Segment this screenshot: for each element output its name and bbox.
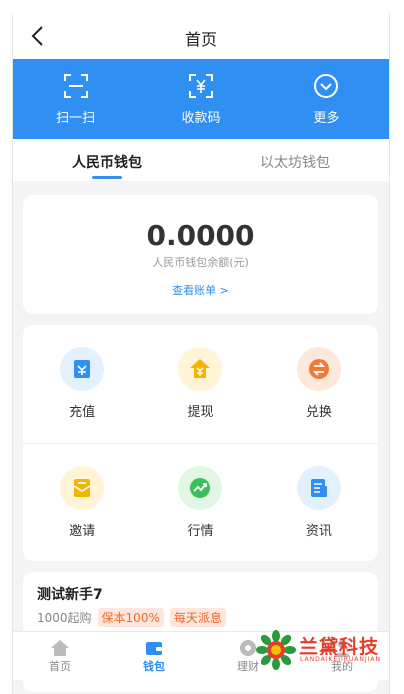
product-min-purchase: 1000起购 <box>37 611 92 625</box>
product-meta: 1000起购 保本100% 每天派息 <box>37 608 232 627</box>
market-button[interactable]: 行情 <box>141 444 259 562</box>
recharge-icon <box>60 347 105 391</box>
invite-button[interactable]: 邀请 <box>23 444 141 562</box>
news-label: 资讯 <box>305 524 332 539</box>
nav-home-label: 首页 <box>49 660 71 673</box>
quick-actions-bar: 扫一扫 收款码 更多 <box>13 59 389 139</box>
flower-logo-icon <box>256 630 296 670</box>
balance-card: 0.0000 人民币钱包余额(元) 查看账单 > <box>23 195 378 314</box>
product-badge: 保本100% <box>97 608 164 627</box>
withdraw-icon <box>178 347 223 391</box>
tab-eth-wallet-label: 以太坊钱包 <box>260 155 330 171</box>
watermark: 兰黛科技 LANDAIKEJIRUANJIAN <box>256 630 386 670</box>
watermark-text: 兰黛科技 <box>299 636 380 658</box>
tab-rmb-wallet-label: 人民币钱包 <box>72 155 142 171</box>
title-bar: 首页 <box>13 13 389 59</box>
receive-code-button[interactable]: 收款码 <box>138 59 263 139</box>
tab-rmb-wallet[interactable]: 人民币钱包 <box>13 139 201 181</box>
function-row: 充值 提现 兑换 <box>23 325 378 443</box>
exchange-label: 兑换 <box>305 405 332 420</box>
function-row: 邀请 行情 资讯 <box>23 443 378 562</box>
tab-eth-wallet[interactable]: 以太坊钱包 <box>201 139 389 181</box>
active-tab-indicator <box>92 176 122 179</box>
wallet-tabs: 人民币钱包 以太坊钱包 <box>13 139 389 181</box>
balance-caption: 人民币钱包余额(元) <box>152 256 249 269</box>
market-label: 行情 <box>187 524 214 539</box>
nav-wallet-label: 钱包 <box>143 660 165 673</box>
news-button[interactable]: 资讯 <box>260 444 378 562</box>
news-icon <box>296 466 341 510</box>
exchange-button[interactable]: 兑换 <box>260 325 378 443</box>
home-icon <box>51 640 69 656</box>
app-frame: 首页 扫一扫 收款码 更多 人民币钱包 以太坊钱包 0.0000 人民币钱包余额… <box>12 13 390 694</box>
watermark-subtext: LANDAIKEJIRUANJIAN <box>300 656 382 663</box>
recharge-label: 充值 <box>69 405 96 420</box>
nav-home[interactable]: 首页 <box>13 632 107 680</box>
balance-amount: 0.0000 <box>146 219 255 252</box>
recharge-button[interactable]: 充值 <box>23 325 141 443</box>
yuan-qr-icon <box>188 74 213 98</box>
withdraw-button[interactable]: 提现 <box>141 325 259 443</box>
product-badge: 每天派息 <box>169 608 226 627</box>
more-label: 更多 <box>313 111 340 126</box>
page-title: 首页 <box>184 30 217 49</box>
finance-icon <box>240 640 256 656</box>
scan-icon <box>63 74 88 98</box>
function-grid: 充值 提现 兑换 邀请 行情 资讯 <box>23 325 378 561</box>
wallet-icon <box>146 642 162 655</box>
scan-label: 扫一扫 <box>56 111 96 126</box>
exchange-icon <box>296 347 341 391</box>
more-button[interactable]: 更多 <box>264 59 389 139</box>
receive-code-label: 收款码 <box>181 111 221 126</box>
withdraw-label: 提现 <box>187 405 214 420</box>
invite-label: 邀请 <box>69 524 96 539</box>
nav-wallet[interactable]: 钱包 <box>107 632 201 680</box>
chevron-circle-icon <box>314 74 339 98</box>
market-icon <box>178 466 223 510</box>
product-name: 测试新手7 <box>37 587 103 603</box>
invite-icon <box>60 466 105 510</box>
view-bill-link[interactable]: 查看账单 > <box>23 282 378 298</box>
scan-button[interactable]: 扫一扫 <box>13 59 138 139</box>
